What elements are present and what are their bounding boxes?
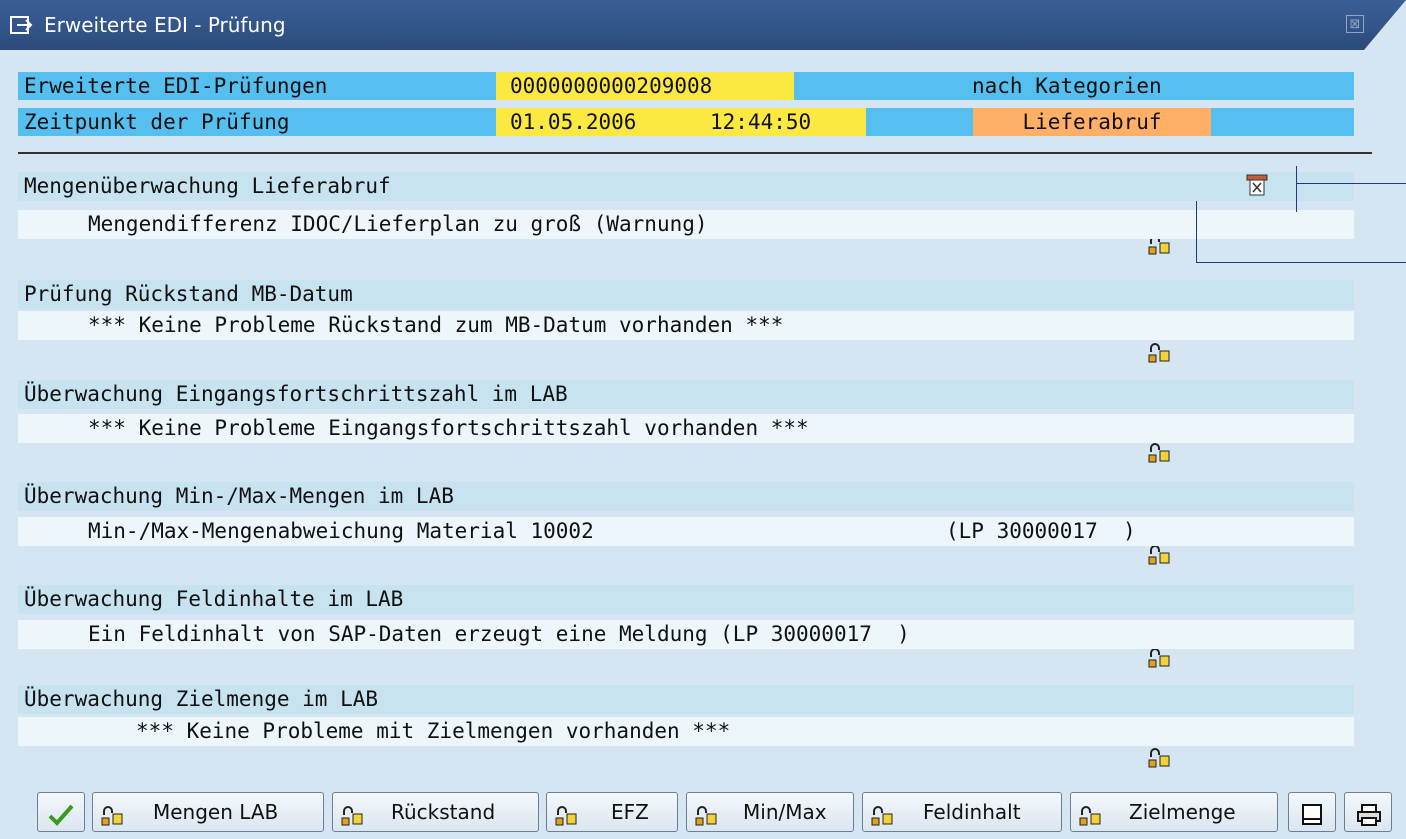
page-icon — [1300, 801, 1324, 839]
section-title: Mengenüberwachung Lieferabruf — [24, 174, 391, 198]
window-title-bar: Erweiterte EDI - Prüfung ⊠ — [0, 0, 1406, 50]
section-title-row: Mengenüberwachung Lieferabruf — [18, 172, 1354, 255]
button-label: Feldinhalt — [923, 800, 1021, 824]
document-number-field: 0000000000209008 — [496, 72, 794, 100]
timestamp-label: Zeitpunkt der Prüfung — [24, 110, 290, 134]
connector-line — [1196, 262, 1406, 263]
efz-button[interactable]: EFZ — [546, 792, 678, 832]
lock-icon[interactable] — [1148, 689, 1170, 768]
section-title: Prüfung Rückstand MB-Datum — [24, 282, 353, 306]
lock-icon[interactable] — [1148, 284, 1170, 363]
document-label: Erweiterte EDI-Prüfungen — [24, 74, 328, 98]
section-message: Mengendifferenz IDOC/Lieferplan zu groß … — [88, 212, 708, 236]
lock-icon — [1079, 801, 1101, 826]
section-message-row: Mengendifferenz IDOC/Lieferplan zu groß … — [18, 210, 1354, 239]
confirm-button[interactable] — [37, 792, 85, 832]
section-title-row: Prüfung Rückstand MB-Datum — [18, 280, 1354, 363]
lock-icon[interactable] — [1148, 384, 1170, 463]
section-message-row: *** Keine Probleme Rückstand zum MB-Datu… — [18, 311, 1354, 340]
min-max-button[interactable]: Min/Max — [686, 792, 854, 832]
header-row-timestamp: Zeitpunkt der Prüfung 01.05.2006 12:44:5… — [18, 108, 1354, 136]
category-field: Lieferabruf — [973, 108, 1211, 136]
lock-icon — [101, 801, 123, 826]
section-message: Ein Feldinhalt von SAP-Daten erzeugt ein… — [88, 622, 910, 646]
title-corner-decoration — [1364, 0, 1406, 50]
check-time-field: 12:44:50 — [644, 108, 866, 136]
field-content-button[interactable]: Feldinhalt — [862, 792, 1062, 832]
lock-icon[interactable] — [1148, 176, 1170, 255]
lock-icon[interactable] — [1148, 589, 1170, 668]
section-title: Überwachung Eingangsfortschrittszahl im … — [24, 382, 568, 406]
section-message: Min-/Max-Mengenabweichung Material 10002 — [88, 519, 594, 543]
trash-icon[interactable] — [1245, 173, 1269, 197]
lock-icon — [695, 801, 717, 826]
section-title-row: Überwachung Zielmenge im LAB — [18, 685, 1354, 768]
window-menu-icon[interactable] — [10, 14, 34, 36]
view-mode-label: nach Kategorien — [972, 74, 1162, 98]
section-title-row: Überwachung Feldinhalte im LAB — [18, 585, 1354, 668]
lock-icon[interactable] — [1148, 486, 1170, 565]
check-date-field: 01.05.2006 — [496, 108, 644, 136]
print-button[interactable] — [1344, 792, 1392, 832]
target-quantity-button[interactable]: Zielmenge — [1070, 792, 1278, 832]
lock-icon — [871, 801, 893, 826]
section-title: Überwachung Feldinhalte im LAB — [24, 587, 404, 611]
button-label: Mengen LAB — [153, 800, 279, 824]
section-title-row: Überwachung Eingangsfortschrittszahl im … — [18, 380, 1354, 463]
section-message-row: Min-/Max-Mengenabweichung Material 10002… — [18, 517, 1354, 546]
section-title: Überwachung Zielmenge im LAB — [24, 687, 379, 711]
window-title: Erweiterte EDI - Prüfung — [44, 13, 286, 37]
section-title-row: Überwachung Min-/Max-Mengen im LAB — [18, 482, 1354, 565]
header-divider — [18, 152, 1372, 154]
section-message-reference: (LP 30000017 ) — [946, 519, 1136, 543]
check-icon — [47, 801, 75, 839]
close-icon[interactable]: ⊠ — [1346, 15, 1364, 33]
button-label: Rückstand — [391, 800, 496, 824]
section-message-row: *** Keine Probleme mit Zielmengen vorhan… — [18, 717, 1354, 746]
print-icon — [1356, 801, 1382, 839]
button-label: Min/Max — [743, 800, 827, 824]
section-message-row: Ein Feldinhalt von SAP-Daten erzeugt ein… — [18, 620, 1354, 649]
lock-icon — [341, 801, 363, 826]
section-title: Überwachung Min-/Max-Mengen im LAB — [24, 484, 454, 508]
backlog-button[interactable]: Rückstand — [332, 792, 539, 832]
section-message-row: *** Keine Probleme Eingangsfortschrittsz… — [18, 414, 1354, 443]
page-view-button[interactable] — [1288, 792, 1336, 832]
section-message: *** Keine Probleme Rückstand zum MB-Datu… — [88, 313, 784, 337]
button-label: EFZ — [611, 800, 649, 824]
quantity-lab-button[interactable]: Mengen LAB — [92, 792, 324, 832]
connector-line — [1196, 201, 1197, 263]
section-message: *** Keine Probleme mit Zielmengen vorhan… — [136, 719, 731, 743]
lock-icon — [555, 801, 577, 826]
section-message: *** Keine Probleme Eingangsfortschrittsz… — [88, 416, 809, 440]
connector-line — [1296, 183, 1406, 184]
button-label: Zielmenge — [1129, 800, 1236, 824]
connector-line — [1296, 166, 1297, 212]
header-row-document: Erweiterte EDI-Prüfungen 000000000020900… — [18, 72, 1354, 100]
